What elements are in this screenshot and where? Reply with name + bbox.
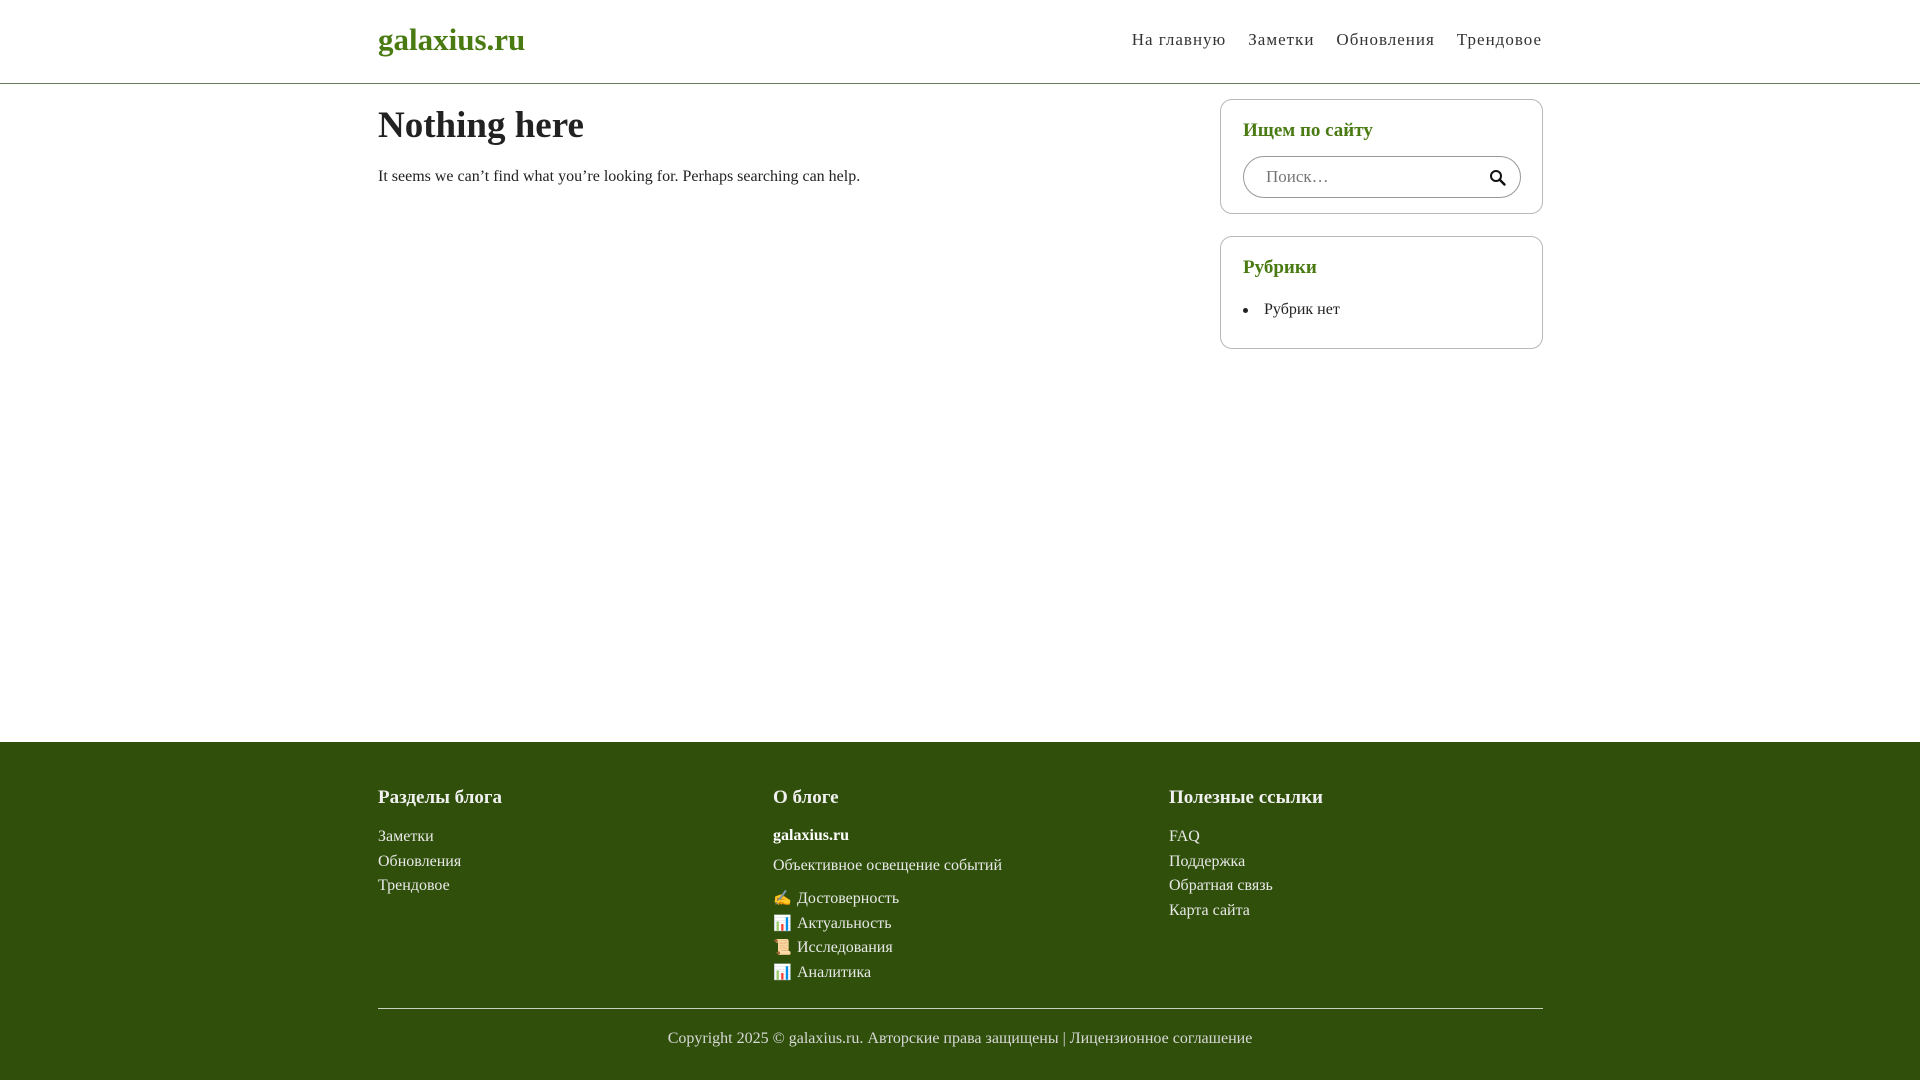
search-widget-title: Ищем по сайту <box>1243 120 1373 141</box>
site-footer: Разделы блога Заметки Обновления Трендов… <box>0 742 1920 1080</box>
search-icon <box>1490 170 1506 186</box>
main-nav: На главную Заметки Обновления Трендовое <box>1132 30 1542 50</box>
nav-home[interactable]: На главную <box>1132 30 1227 50</box>
search-form <box>1243 156 1521 198</box>
footer-tagline: Объективное освещение событий <box>773 857 1003 874</box>
site-logo[interactable]: galaxius.ru <box>378 22 525 58</box>
search-widget: Ищем по сайту <box>1220 99 1543 214</box>
feature-item: 📊 Аналитика <box>773 961 1002 986</box>
footer-about-title: О блоге <box>773 787 839 808</box>
site-header: galaxius.ru На главную Заметки Обновлени… <box>0 0 1920 84</box>
search-button[interactable] <box>1486 166 1510 190</box>
list-item: Рубрик нет <box>1243 301 1340 319</box>
page-title: Nothing here <box>378 105 584 146</box>
feature-item: ✍️ Достоверность <box>773 887 1002 912</box>
search-input[interactable] <box>1244 157 1474 197</box>
footer-link-sitemap[interactable]: Карта сайта <box>1169 899 1323 924</box>
footer-link-updates[interactable]: Обновления <box>378 850 502 875</box>
writing-hand-icon: ✍️ <box>773 891 792 907</box>
feature-label: Достоверность <box>797 890 900 907</box>
scroll-icon: 📜 <box>773 940 792 956</box>
footer-column-links: Полезные ссылки FAQ Поддержка Обратная с… <box>1169 787 1323 923</box>
nav-trending[interactable]: Трендовое <box>1457 30 1542 50</box>
footer-column-about: О блоге galaxius.ru Объективное освещени… <box>773 787 1002 985</box>
not-found-message: It seems we can’t find what you’re looki… <box>378 168 861 185</box>
footer-brand: galaxius.ru <box>773 827 850 844</box>
category-label: Рубрик нет <box>1264 301 1340 318</box>
footer-links-title: Полезные ссылки <box>1169 787 1323 808</box>
footer-link-notes[interactable]: Заметки <box>378 825 502 850</box>
bar-chart-icon: 📊 <box>773 964 792 981</box>
footer-column-sections: Разделы блога Заметки Обновления Трендов… <box>378 787 502 899</box>
categories-list: Рубрик нет <box>1243 301 1340 319</box>
feature-item: 📜 Исследования <box>773 936 1002 961</box>
bullet-icon <box>1243 307 1248 313</box>
nav-updates[interactable]: Обновления <box>1336 30 1434 50</box>
feature-label: Аналитика <box>797 963 872 981</box>
copyright-text: Copyright 2025 © galaxius.ru. Авторские … <box>667 1030 1253 1047</box>
bar-chart-icon: 📊 <box>773 915 792 932</box>
categories-widget: Рубрики Рубрик нет <box>1220 236 1543 349</box>
categories-widget-title: Рубрики <box>1243 257 1317 278</box>
footer-link-trending[interactable]: Трендовое <box>378 874 502 899</box>
footer-link-feedback[interactable]: Обратная связь <box>1169 874 1323 899</box>
footer-link-faq[interactable]: FAQ <box>1169 825 1323 850</box>
nav-notes[interactable]: Заметки <box>1248 30 1314 50</box>
footer-link-support[interactable]: Поддержка <box>1169 850 1323 875</box>
feature-label: Исследования <box>797 939 893 956</box>
footer-sections-title: Разделы блога <box>378 787 503 808</box>
feature-label: Актуальность <box>797 914 892 932</box>
feature-item: 📊 Актуальность <box>773 912 1002 937</box>
footer-divider <box>378 1008 1543 1009</box>
